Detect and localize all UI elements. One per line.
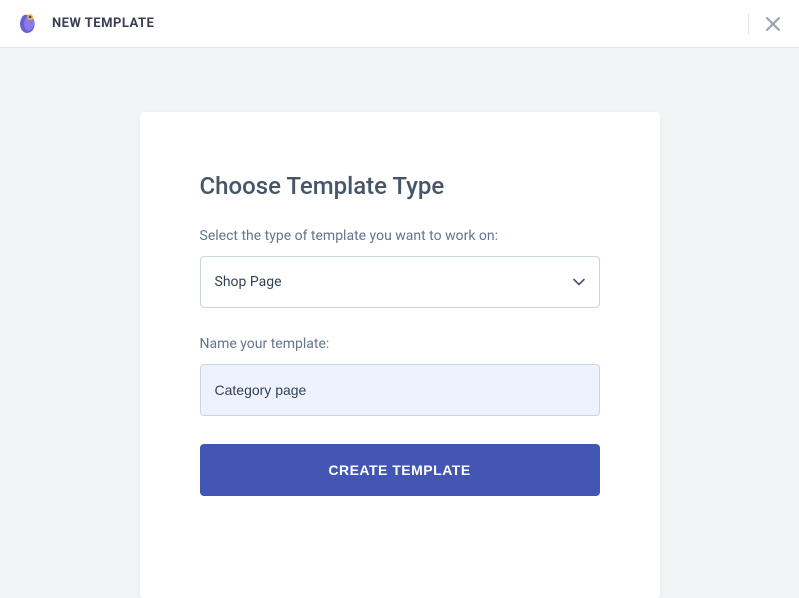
- template-type-select[interactable]: Shop Page: [200, 256, 600, 308]
- template-card: Choose Template Type Select the type of …: [140, 112, 660, 598]
- template-name-label: Name your template:: [200, 336, 600, 352]
- header: NEW TEMPLATE: [0, 0, 799, 48]
- app-logo-icon: [16, 11, 42, 37]
- header-title: NEW TEMPLATE: [52, 16, 154, 31]
- header-right: [748, 13, 783, 35]
- create-template-button[interactable]: CREATE TEMPLATE: [200, 444, 600, 496]
- main: Choose Template Type Select the type of …: [0, 48, 799, 598]
- template-type-label: Select the type of template you want to …: [200, 228, 600, 244]
- template-type-select-wrapper: Shop Page: [200, 256, 600, 308]
- header-divider: [748, 13, 749, 35]
- close-button[interactable]: [763, 14, 783, 34]
- chevron-down-icon: [573, 274, 585, 290]
- template-type-value: Shop Page: [215, 274, 282, 290]
- template-name-input[interactable]: [200, 364, 600, 416]
- card-title: Choose Template Type: [200, 172, 600, 200]
- close-icon: [766, 17, 780, 31]
- header-left: NEW TEMPLATE: [16, 11, 154, 37]
